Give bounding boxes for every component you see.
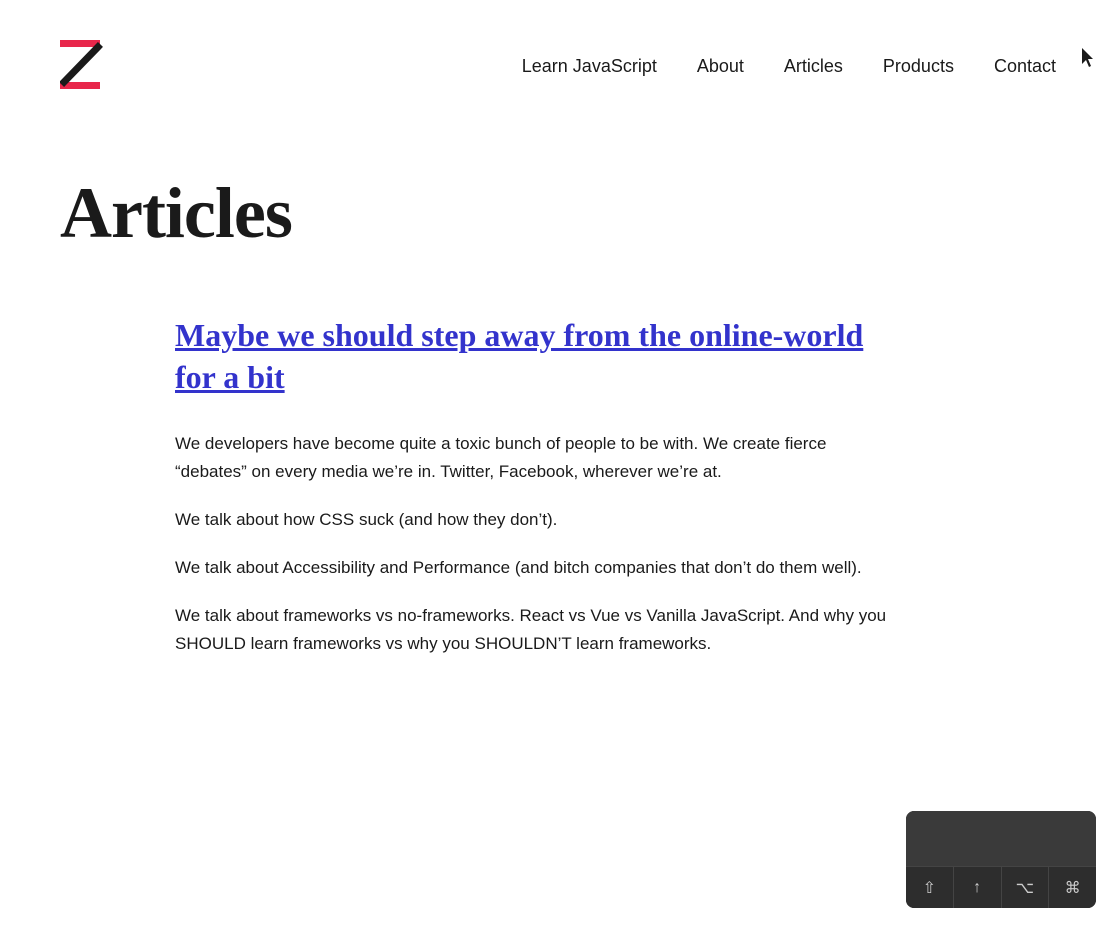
main-nav: Learn JavaScript About Articles Products… bbox=[522, 56, 1056, 77]
nav-contact[interactable]: Contact bbox=[994, 56, 1056, 77]
nav-learn-javascript[interactable]: Learn JavaScript bbox=[522, 56, 657, 77]
nav-articles[interactable]: Articles bbox=[784, 56, 843, 77]
up-arrow-key-button[interactable]: ↑ bbox=[954, 866, 1002, 908]
article-title-link[interactable]: Maybe we should step away from the onlin… bbox=[175, 315, 895, 398]
logo[interactable] bbox=[60, 40, 108, 92]
toolbar-display bbox=[906, 811, 1096, 866]
page-title: Articles bbox=[60, 172, 1056, 255]
site-header: Learn JavaScript About Articles Products… bbox=[0, 0, 1116, 92]
nav-products[interactable]: Products bbox=[883, 56, 954, 77]
article-body: We developers have become quite a toxic … bbox=[175, 430, 895, 658]
article-paragraph-1: We developers have become quite a toxic … bbox=[175, 430, 895, 486]
bottom-toolbar: ⇧ ↑ ⌥ ⌘ bbox=[906, 811, 1096, 908]
option-key-button[interactable]: ⌥ bbox=[1002, 866, 1050, 908]
article-paragraph-2: We talk about how CSS suck (and how they… bbox=[175, 506, 895, 534]
shift-key-button[interactable]: ⇧ bbox=[906, 866, 954, 908]
command-key-button[interactable]: ⌘ bbox=[1049, 866, 1096, 908]
nav-about[interactable]: About bbox=[697, 56, 744, 77]
article-paragraph-3: We talk about Accessibility and Performa… bbox=[175, 554, 895, 582]
article-section: Maybe we should step away from the onlin… bbox=[175, 315, 895, 658]
article-paragraph-4: We talk about frameworks vs no-framework… bbox=[175, 602, 895, 658]
main-content: Articles Maybe we should step away from … bbox=[0, 92, 1116, 738]
toolbar-buttons: ⇧ ↑ ⌥ ⌘ bbox=[906, 866, 1096, 908]
